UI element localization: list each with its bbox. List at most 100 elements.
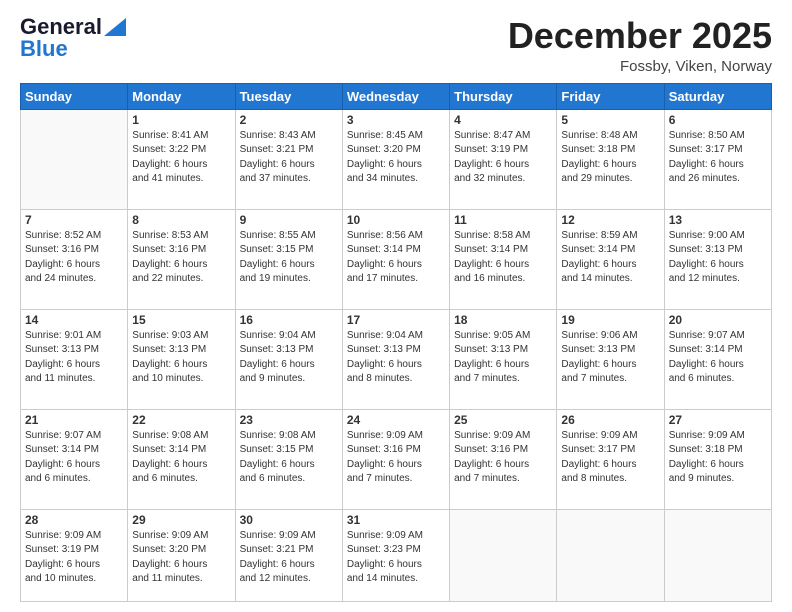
day-detail: Sunrise: 9:00 AMSunset: 3:13 PMDaylight:…: [669, 229, 767, 287]
day-number: 26: [561, 413, 659, 427]
title-block: December 2025 Fossby, Viken, Norway: [508, 16, 772, 75]
col-thursday: Thursday: [450, 83, 557, 109]
day-detail: Sunrise: 8:55 AMSunset: 3:15 PMDaylight:…: [240, 229, 338, 287]
col-sunday: Sunday: [21, 83, 128, 109]
table-row: 26 Sunrise: 9:09 AMSunset: 3:17 PMDayligh…: [557, 409, 664, 509]
day-number: 15: [132, 313, 230, 327]
table-row: 19Sunrise: 9:06 AMSunset: 3:13 PMDayligh…: [557, 309, 664, 409]
logo-blue: Blue: [20, 36, 68, 62]
table-row: 12 Sunrise: 8:59 AMSunset: 3:14 PMDayligh…: [557, 209, 664, 309]
table-row: [557, 509, 664, 601]
day-detail: Sunrise: 8:43 AMSunset: 3:21 PMDaylight:…: [240, 129, 338, 187]
table-row: 18Sunrise: 9:05 AMSunset: 3:13 PMDayligh…: [450, 309, 557, 409]
table-row: 20 Sunrise: 9:07 AMSunset: 3:14 PMDayligh…: [664, 309, 771, 409]
table-row: 27Sunrise: 9:09 AMSunset: 3:18 PMDayligh…: [664, 409, 771, 509]
day-detail: Sunrise: 9:05 AMSunset: 3:13 PMDaylight:…: [454, 329, 552, 387]
day-detail: Sunrise: 8:41 AMSunset: 3:22 PMDaylight:…: [132, 129, 230, 187]
table-row: 11 Sunrise: 8:58 AMSunset: 3:14 PMDayligh…: [450, 209, 557, 309]
table-row: 6 Sunrise: 8:50 AMSunset: 3:17 PMDaylight…: [664, 109, 771, 209]
table-row: 2 Sunrise: 8:43 AMSunset: 3:21 PMDaylight…: [235, 109, 342, 209]
col-tuesday: Tuesday: [235, 83, 342, 109]
day-number: 17: [347, 313, 445, 327]
day-detail: Sunrise: 8:48 AMSunset: 3:18 PMDaylight:…: [561, 129, 659, 187]
day-number: 29: [132, 513, 230, 527]
day-number: 1: [132, 113, 230, 127]
day-number: 7: [25, 213, 123, 227]
day-detail: Sunrise: 9:08 AMSunset: 3:15 PMDaylight:…: [240, 429, 338, 487]
table-row: [664, 509, 771, 601]
day-detail: Sunrise: 9:09 AMSunset: 3:17 PMDaylight:…: [561, 429, 659, 487]
day-detail: Sunrise: 8:53 AMSunset: 3:16 PMDaylight:…: [132, 229, 230, 287]
table-row: 13 Sunrise: 9:00 AMSunset: 3:13 PMDayligh…: [664, 209, 771, 309]
month-title: December 2025: [508, 16, 772, 56]
day-detail: Sunrise: 8:45 AMSunset: 3:20 PMDaylight:…: [347, 129, 445, 187]
day-number: 22: [132, 413, 230, 427]
table-row: 21 Sunrise: 9:07 AMSunset: 3:14 PMDayligh…: [21, 409, 128, 509]
calendar-table: Sunday Monday Tuesday Wednesday Thursday…: [20, 83, 772, 602]
day-detail: Sunrise: 9:04 AMSunset: 3:13 PMDaylight:…: [347, 329, 445, 387]
location: Fossby, Viken, Norway: [508, 58, 772, 75]
table-row: [450, 509, 557, 601]
day-detail: Sunrise: 9:03 AMSunset: 3:13 PMDaylight:…: [132, 329, 230, 387]
day-detail: Sunrise: 9:09 AMSunset: 3:20 PMDaylight:…: [132, 529, 230, 587]
day-number: 23: [240, 413, 338, 427]
table-row: 31Sunrise: 9:09 AMSunset: 3:23 PMDayligh…: [342, 509, 449, 601]
day-number: 3: [347, 113, 445, 127]
table-row: [21, 109, 128, 209]
day-detail: Sunrise: 8:58 AMSunset: 3:14 PMDaylight:…: [454, 229, 552, 287]
day-number: 8: [132, 213, 230, 227]
day-detail: Sunrise: 9:09 AMSunset: 3:16 PMDaylight:…: [347, 429, 445, 487]
table-row: 24Sunrise: 9:09 AMSunset: 3:16 PMDayligh…: [342, 409, 449, 509]
day-detail: Sunrise: 9:07 AMSunset: 3:14 PMDaylight:…: [669, 329, 767, 387]
header: General Blue December 2025 Fossby, Viken…: [20, 16, 772, 75]
day-number: 16: [240, 313, 338, 327]
day-detail: Sunrise: 8:56 AMSunset: 3:14 PMDaylight:…: [347, 229, 445, 287]
day-number: 11: [454, 213, 552, 227]
table-row: 7 Sunrise: 8:52 AMSunset: 3:16 PMDaylight…: [21, 209, 128, 309]
day-detail: Sunrise: 9:09 AMSunset: 3:19 PMDaylight:…: [25, 529, 123, 587]
table-row: 30Sunrise: 9:09 AMSunset: 3:21 PMDayligh…: [235, 509, 342, 601]
table-row: 15 Sunrise: 9:03 AMSunset: 3:13 PMDayligh…: [128, 309, 235, 409]
col-friday: Friday: [557, 83, 664, 109]
logo: General Blue: [20, 16, 126, 62]
calendar-header-row: Sunday Monday Tuesday Wednesday Thursday…: [21, 83, 772, 109]
day-number: 9: [240, 213, 338, 227]
day-number: 19: [561, 313, 659, 327]
day-number: 20: [669, 313, 767, 327]
table-row: 5 Sunrise: 8:48 AMSunset: 3:18 PMDaylight…: [557, 109, 664, 209]
page: General Blue December 2025 Fossby, Viken…: [0, 0, 792, 612]
day-detail: Sunrise: 9:09 AMSunset: 3:18 PMDaylight:…: [669, 429, 767, 487]
day-number: 6: [669, 113, 767, 127]
table-row: 1 Sunrise: 8:41 AMSunset: 3:22 PMDaylight…: [128, 109, 235, 209]
day-detail: Sunrise: 8:47 AMSunset: 3:19 PMDaylight:…: [454, 129, 552, 187]
col-saturday: Saturday: [664, 83, 771, 109]
day-detail: Sunrise: 9:09 AMSunset: 3:21 PMDaylight:…: [240, 529, 338, 587]
day-number: 10: [347, 213, 445, 227]
table-row: 4 Sunrise: 8:47 AMSunset: 3:19 PMDaylight…: [450, 109, 557, 209]
day-detail: Sunrise: 8:50 AMSunset: 3:17 PMDaylight:…: [669, 129, 767, 187]
day-number: 13: [669, 213, 767, 227]
day-detail: Sunrise: 9:07 AMSunset: 3:14 PMDaylight:…: [25, 429, 123, 487]
day-detail: Sunrise: 8:52 AMSunset: 3:16 PMDaylight:…: [25, 229, 123, 287]
day-number: 4: [454, 113, 552, 127]
table-row: 25 Sunrise: 9:09 AMSunset: 3:16 PMDayligh…: [450, 409, 557, 509]
table-row: 29 Sunrise: 9:09 AMSunset: 3:20 PMDayligh…: [128, 509, 235, 601]
day-number: 14: [25, 313, 123, 327]
table-row: 14Sunrise: 9:01 AMSunset: 3:13 PMDayligh…: [21, 309, 128, 409]
day-number: 28: [25, 513, 123, 527]
col-wednesday: Wednesday: [342, 83, 449, 109]
day-detail: Sunrise: 9:09 AMSunset: 3:16 PMDaylight:…: [454, 429, 552, 487]
day-number: 31: [347, 513, 445, 527]
day-number: 2: [240, 113, 338, 127]
logo-arrow-icon: [104, 18, 126, 36]
table-row: 23 Sunrise: 9:08 AMSunset: 3:15 PMDayligh…: [235, 409, 342, 509]
day-detail: Sunrise: 9:08 AMSunset: 3:14 PMDaylight:…: [132, 429, 230, 487]
day-detail: Sunrise: 8:59 AMSunset: 3:14 PMDaylight:…: [561, 229, 659, 287]
day-number: 21: [25, 413, 123, 427]
day-number: 25: [454, 413, 552, 427]
day-number: 12: [561, 213, 659, 227]
table-row: 9 Sunrise: 8:55 AMSunset: 3:15 PMDaylight…: [235, 209, 342, 309]
table-row: 22 Sunrise: 9:08 AMSunset: 3:14 PMDayligh…: [128, 409, 235, 509]
table-row: 28 Sunrise: 9:09 AMSunset: 3:19 PMDayligh…: [21, 509, 128, 601]
day-number: 5: [561, 113, 659, 127]
